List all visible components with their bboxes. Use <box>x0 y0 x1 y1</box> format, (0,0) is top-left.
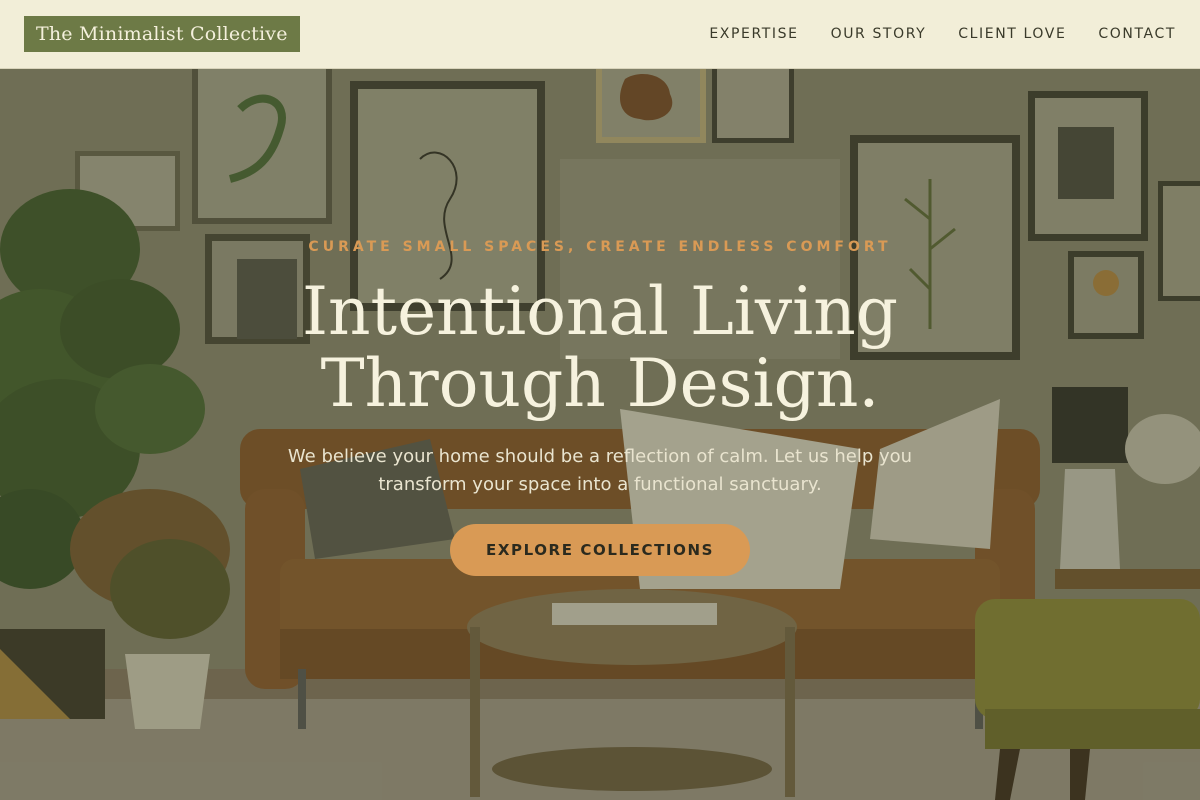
site-header: The Minimalist Collective EXPERTISE OUR … <box>0 0 1200 69</box>
explore-collections-button[interactable]: EXPLORE COLLECTIONS <box>450 524 750 576</box>
nav-link-expertise[interactable]: EXPERTISE <box>709 26 798 42</box>
nav-link-our-story[interactable]: OUR STORY <box>831 26 927 42</box>
hero-subtext: We believe your home should be a reflect… <box>287 446 913 495</box>
main-nav: EXPERTISE OUR STORY CLIENT LOVE CONTACT <box>709 26 1176 42</box>
hero-tagline: CURATE SMALL SPACES, CREATE ENDLESS COMF… <box>308 239 892 255</box>
hero-content: CURATE SMALL SPACES, CREATE ENDLESS COMF… <box>0 69 1200 800</box>
hero-section: CURATE SMALL SPACES, CREATE ENDLESS COMF… <box>0 69 1200 800</box>
headline-line-2: Through Design. <box>320 345 880 422</box>
nav-link-contact[interactable]: CONTACT <box>1098 26 1176 42</box>
site-logo[interactable]: The Minimalist Collective <box>24 16 300 52</box>
nav-link-client-love[interactable]: CLIENT LOVE <box>958 26 1066 42</box>
headline-line-1: Intentional Living <box>301 273 899 350</box>
hero-headline: Intentional Living Through Design. <box>0 276 1200 420</box>
